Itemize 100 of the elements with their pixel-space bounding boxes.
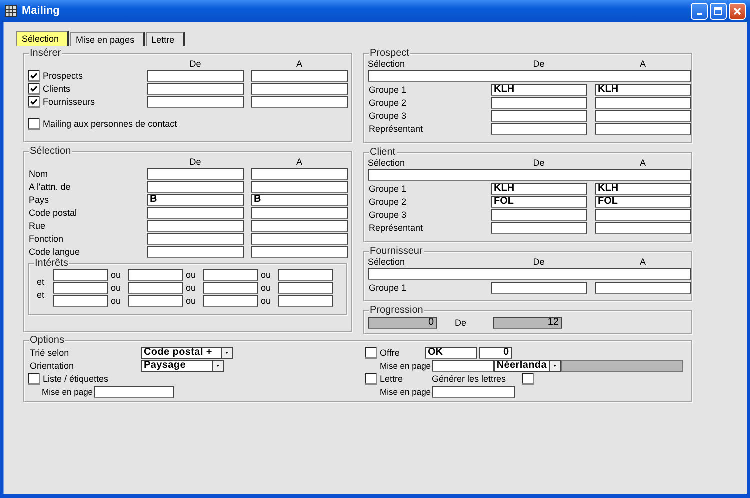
text-field[interactable] (432, 386, 516, 398)
dropdown[interactable]: Paysage (141, 360, 224, 372)
text-field[interactable]: 0 (368, 317, 437, 329)
text-field[interactable] (53, 269, 108, 281)
text-field[interactable] (491, 97, 587, 109)
text-field[interactable]: FOL (491, 196, 587, 208)
text-field[interactable] (432, 360, 494, 372)
text-field[interactable] (278, 295, 333, 307)
checkbox[interactable] (28, 372, 40, 384)
connector-label: ou (260, 269, 272, 281)
text-field[interactable] (147, 168, 244, 180)
text-field[interactable] (251, 96, 348, 108)
text-field[interactable] (147, 70, 244, 82)
text-field[interactable]: 12 (493, 317, 562, 329)
field-label: Groupe 2 (368, 196, 408, 208)
field-label: Groupe 3 (368, 110, 408, 122)
dropdown[interactable]: Néerlanda (494, 360, 560, 372)
close-button[interactable] (729, 2, 746, 20)
text-field[interactable] (128, 295, 183, 307)
text-field[interactable]: B (251, 194, 348, 206)
text-field[interactable] (147, 83, 244, 95)
text-field[interactable] (53, 282, 108, 294)
tab[interactable]: Mise en pages (70, 32, 145, 46)
column-header: De (188, 59, 202, 69)
text-field[interactable] (491, 209, 587, 221)
text-field[interactable] (278, 269, 333, 281)
checkbox[interactable] (365, 372, 377, 384)
text-field[interactable] (251, 220, 348, 232)
text-field[interactable] (251, 70, 348, 82)
dropdown[interactable]: Code postal + (141, 346, 233, 358)
checkbox[interactable] (28, 70, 40, 82)
text-field[interactable] (128, 269, 183, 281)
tab[interactable]: Sélection (16, 31, 70, 46)
text-field[interactable] (368, 268, 691, 280)
text-field[interactable] (203, 295, 258, 307)
checkbox[interactable] (522, 372, 534, 384)
field-label: Groupe 1 (368, 84, 408, 96)
text-field[interactable] (147, 233, 244, 245)
text-field[interactable] (147, 207, 244, 219)
text-field[interactable]: 0 (479, 346, 512, 358)
text-field[interactable]: OK (425, 346, 477, 358)
text-field[interactable] (251, 246, 348, 258)
field-label: Groupe 1 (368, 282, 408, 294)
text-field[interactable] (53, 295, 108, 307)
text-field[interactable] (147, 96, 244, 108)
text-field[interactable] (251, 83, 348, 95)
text-field[interactable]: KLH (595, 183, 691, 195)
text-field[interactable] (491, 123, 587, 135)
column-header: A (295, 59, 304, 69)
text-field[interactable] (147, 246, 244, 258)
connector-label: ou (185, 269, 198, 281)
group-title: Progression (369, 305, 424, 316)
connector-label: ou (185, 295, 198, 307)
text-field[interactable] (251, 181, 348, 193)
checkbox[interactable] (28, 83, 40, 95)
text-field[interactable] (203, 269, 258, 281)
text-field[interactable] (595, 123, 691, 135)
field-label: Représentant (368, 222, 424, 234)
connector-label: ou (110, 269, 122, 281)
text-field[interactable] (368, 169, 691, 181)
checkbox[interactable] (28, 96, 40, 108)
text-field[interactable] (251, 207, 348, 219)
field-label: Mise en page (380, 386, 432, 396)
connector-label: ou (185, 282, 198, 294)
text-field[interactable] (368, 70, 691, 82)
text-field[interactable] (491, 282, 587, 294)
field-label: Groupe 1 (368, 183, 408, 195)
grid-icon (5, 5, 17, 17)
text-field[interactable]: FOL (595, 196, 691, 208)
text-field[interactable] (595, 209, 691, 221)
text-field[interactable] (491, 110, 587, 122)
text-field[interactable] (595, 222, 691, 234)
field-label: A l'attn. de (28, 181, 72, 193)
checkbox[interactable] (28, 118, 40, 130)
text-field[interactable] (147, 181, 244, 193)
checkbox[interactable] (365, 346, 377, 358)
text-field[interactable]: KLH (491, 84, 587, 96)
text-field[interactable] (128, 282, 183, 294)
text-field[interactable] (595, 282, 691, 294)
text-field[interactable] (595, 110, 691, 122)
column-header: De (532, 257, 546, 267)
field-label: Code postal (28, 207, 78, 219)
text-field[interactable] (491, 222, 587, 234)
text-field[interactable] (147, 220, 244, 232)
minimize-button[interactable] (691, 2, 708, 20)
text-field[interactable] (94, 386, 174, 398)
column-header: Sélection (368, 158, 406, 168)
text-field[interactable] (251, 168, 348, 180)
column-header: Sélection (368, 59, 406, 69)
text-field[interactable] (278, 282, 333, 294)
checkbox-label: Clients (42, 83, 71, 95)
text-field[interactable] (595, 97, 691, 109)
text-field[interactable] (203, 282, 258, 294)
text-field[interactable] (251, 233, 348, 245)
maximize-button[interactable] (710, 2, 727, 20)
text-field[interactable]: KLH (491, 183, 587, 195)
text-field[interactable]: B (147, 194, 244, 206)
field-label: Représentant (368, 123, 424, 135)
tab[interactable]: Lettre (146, 32, 185, 46)
text-field[interactable]: KLH (595, 84, 691, 96)
